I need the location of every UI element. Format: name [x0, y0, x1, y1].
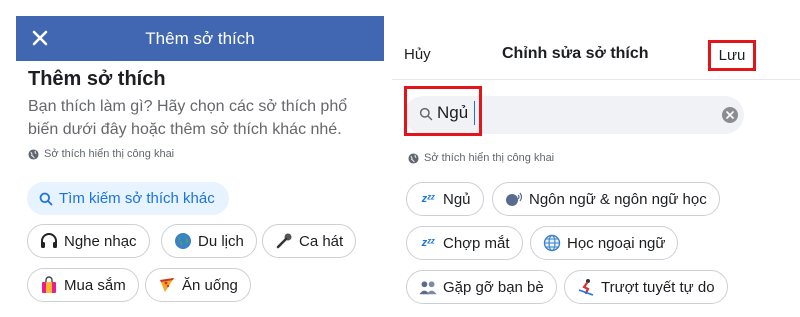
header-bar: Thêm sở thích — [16, 16, 384, 61]
hobby-label: Ngôn ngữ & ngôn ngữ học — [529, 190, 707, 208]
hobby-label: Ca hát — [299, 232, 344, 250]
privacy-note: Sở thích hiển thị công khai — [408, 152, 554, 164]
hobby-label: Ăn uống — [182, 276, 238, 294]
search-other-hobbies-button[interactable]: Tìm kiếm sở thích khác — [27, 182, 229, 215]
hobby-chip-ca-hat[interactable]: Ca hát — [262, 224, 357, 258]
hobby-label: Du lịch — [198, 232, 244, 250]
hobby-chip-gap-go-ban-be[interactable]: Gặp gỡ bạn bè — [406, 270, 557, 304]
close-button[interactable] — [26, 24, 54, 52]
hobby-chip-mua-sam[interactable]: Mua sắm — [27, 268, 139, 302]
speaking-head-icon — [505, 190, 523, 208]
close-icon — [726, 111, 734, 119]
divider — [392, 79, 800, 80]
hobby-chip-truot-tuyet[interactable]: Trượt tuyết tự do — [564, 270, 728, 304]
headphones-icon — [40, 232, 58, 250]
add-hobbies-panel: Thêm sở thích Thêm sở thích Bạn thích là… — [0, 0, 388, 317]
sleep-zz-icon: zᶻᶻ — [421, 193, 435, 205]
microphone-icon — [275, 232, 293, 250]
search-other-label: Tìm kiếm sở thích khác — [59, 190, 215, 207]
header-title: Thêm sở thích — [145, 28, 255, 48]
hobby-label: Mua sắm — [64, 276, 126, 294]
cancel-button[interactable]: Hủy — [404, 46, 431, 63]
hobby-label: Chợp mắt — [443, 234, 510, 252]
shopping-bag-icon — [40, 276, 58, 294]
hobby-chip-du-lich[interactable]: Du lịch — [161, 224, 257, 258]
page-title: Chỉnh sửa sở thích — [502, 45, 649, 62]
skier-icon — [577, 278, 595, 296]
text-cursor — [474, 101, 475, 125]
privacy-label: Sở thích hiển thị công khai — [44, 148, 175, 160]
edit-hobbies-panel: Hủy Chỉnh sửa sở thích Lưu Ngủ Sở thích … — [392, 0, 800, 317]
save-button[interactable]: Lưu — [708, 40, 756, 71]
clear-search-button[interactable] — [722, 107, 738, 123]
hobby-chip-an-uong[interactable]: Ăn uống — [145, 268, 251, 302]
save-label: Lưu — [718, 47, 746, 64]
globe-icon — [408, 152, 419, 164]
hobby-label: Trượt tuyết tự do — [601, 278, 715, 296]
people-icon — [419, 278, 437, 296]
hobby-chip-ngon-ngu[interactable]: Ngôn ngữ & ngôn ngữ học — [492, 182, 720, 216]
hobby-chip-ngu[interactable]: zᶻᶻ Ngủ — [406, 182, 484, 216]
hobby-label: Nghe nhạc — [64, 232, 137, 250]
globe-icon — [174, 232, 192, 250]
search-icon — [39, 192, 53, 205]
pizza-icon — [158, 276, 176, 294]
sleep-zz-icon: zᶻᶻ — [421, 237, 435, 249]
page-description: Bạn thích làm gì? Hãy chọn các sở thích … — [28, 98, 348, 138]
privacy-note: Sở thích hiển thị công khai — [28, 148, 174, 160]
search-input-value[interactable]: Ngủ — [437, 103, 468, 123]
search-icon — [419, 107, 433, 121]
hobby-chip-chop-mat[interactable]: zᶻᶻ Chợp mắt — [406, 226, 523, 260]
globe-icon — [28, 148, 39, 160]
hobby-chip-nghe-nhac[interactable]: Nghe nhạc — [27, 224, 150, 258]
hobby-chip-hoc-ngoai-ngu[interactable]: Học ngoại ngữ — [530, 226, 679, 260]
hobby-label: Ngủ — [443, 190, 471, 208]
hobby-label: Học ngoại ngữ — [567, 234, 666, 252]
hobby-label: Gặp gỡ bạn bè — [443, 278, 544, 296]
globe-grid-icon — [543, 234, 561, 252]
page-heading: Thêm sở thích — [28, 68, 166, 90]
close-icon — [32, 30, 48, 46]
privacy-label: Sở thích hiển thị công khai — [424, 152, 555, 164]
